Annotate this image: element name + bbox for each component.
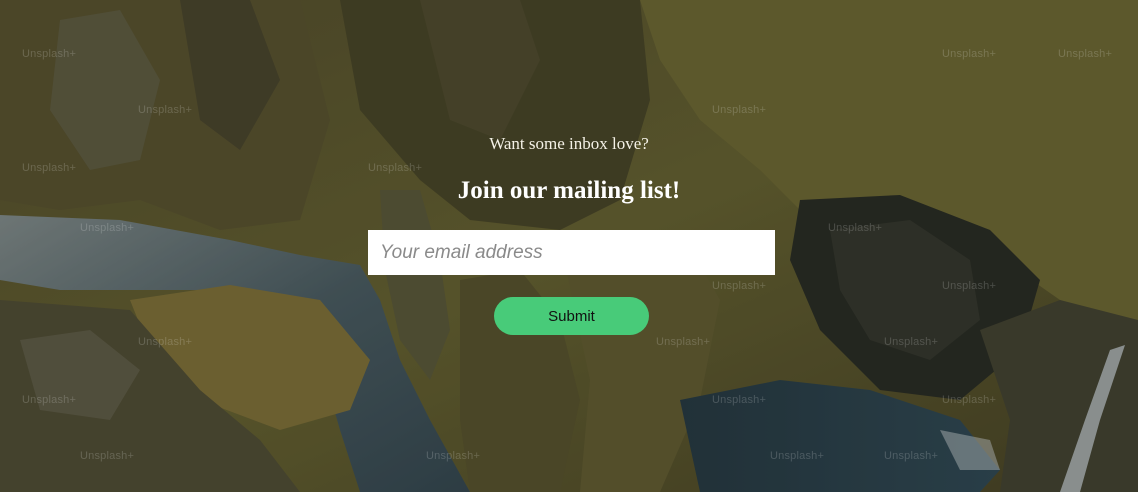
signup-title: Join our mailing list! <box>457 177 681 204</box>
signup-kicker: Want some inbox love? <box>489 134 649 153</box>
submit-button[interactable]: Submit <box>494 297 649 335</box>
email-input[interactable] <box>368 230 775 275</box>
signup-form: Want some inbox love? Join our mailing l… <box>0 0 1138 492</box>
hero-section: Unsplash+ Unsplash+ Unsplash+ Unsplash+ … <box>0 0 1138 492</box>
